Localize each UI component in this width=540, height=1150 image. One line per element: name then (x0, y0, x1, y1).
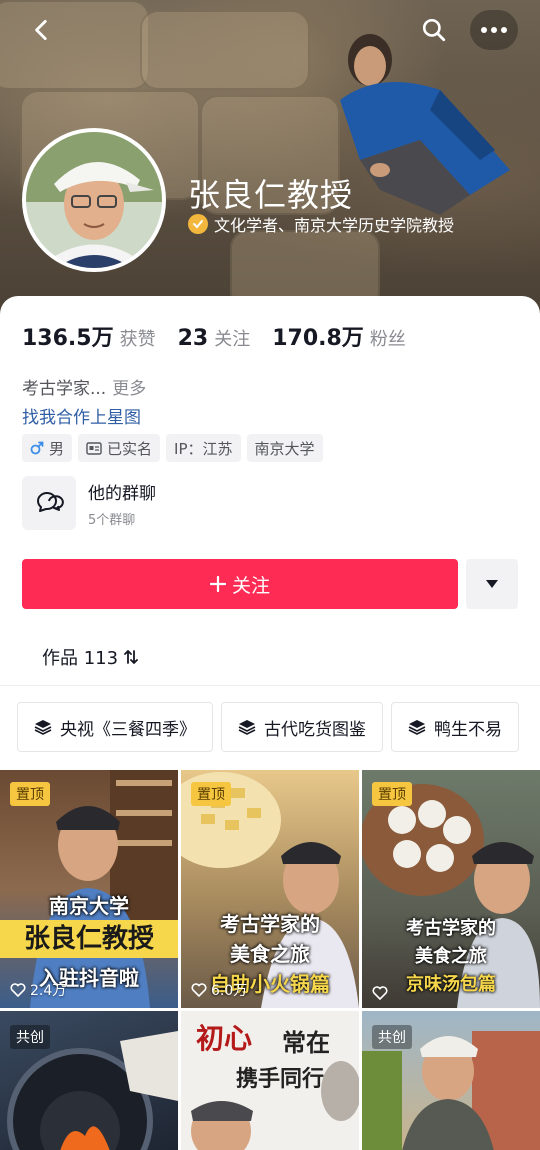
stat-value: 170.8万 (272, 326, 364, 351)
id-card-icon (86, 441, 102, 455)
profile-card: 136.5万 获赞 23 关注 170.8万 粉丝 考古学家... 更多 找我合作… (0, 296, 540, 1150)
back-button[interactable] (22, 10, 62, 50)
stat-followers[interactable]: 170.8万 粉丝 (272, 320, 406, 352)
video-thumbnail[interactable]: 置顶 南京大学 张良仁教授 入驻抖音啦 2.4万 (0, 770, 178, 1008)
video-caption-line: 携手同行 (235, 1066, 324, 1092)
collection-label: 央视《三餐四季》 (60, 719, 196, 740)
group-chat-title: 他的群聊 (88, 483, 156, 504)
group-chat-entry[interactable]: 他的群聊 5个群聊 (22, 476, 156, 530)
banner-rock (0, 0, 150, 90)
pinned-badge: 置顶 (10, 782, 50, 806)
video-thumbnail[interactable]: 共创 (362, 1011, 540, 1150)
collection-label: 古代吃货图鉴 (264, 719, 366, 740)
tag-label: 男 (49, 439, 65, 458)
video-thumbnail[interactable]: 置顶 考古学家的 美食之旅 京味汤包篇 (362, 770, 540, 1008)
verification-text: 文化学者、南京大学历史学院教授 (214, 216, 455, 235)
video-caption-line: 南京大学 (49, 894, 129, 918)
collection-chip[interactable]: 央视《三餐四季》 (17, 702, 213, 752)
video-thumbnail[interactable]: 初心 常在 携手同行 (181, 1011, 359, 1150)
video-caption-line: 考古学家的 (220, 912, 320, 936)
video-thumbnail[interactable]: 共创 (0, 1011, 178, 1150)
tag-verified-name: 已实名 (78, 434, 161, 462)
collection-chip[interactable]: 鸭生不易 (391, 702, 519, 752)
profile-name: 张良仁教授 (188, 176, 354, 214)
tag-label: IP：江苏 (174, 439, 233, 458)
follow-button-label: 关注 (231, 574, 270, 597)
search-icon (422, 18, 446, 42)
cocreation-badge: 共创 (372, 1025, 412, 1049)
verification-row: 文化学者、南京大学历史学院教授 (188, 212, 454, 236)
layers-icon (238, 720, 256, 735)
collection-label: 鸭生不易 (434, 719, 502, 740)
video-likes: 6.0万 (191, 980, 247, 1000)
group-chat-text: 他的群聊 5个群聊 (88, 479, 156, 528)
more-button[interactable] (470, 10, 518, 50)
search-button[interactable] (414, 10, 454, 50)
chevron-left-icon (35, 19, 47, 41)
profile-tags: 男 已实名 IP：江苏 南京大学 (22, 434, 323, 462)
plus-icon (209, 576, 226, 592)
avatar-image (26, 132, 162, 268)
video-caption-line: 美食之旅 (230, 942, 310, 966)
pinned-badge: 置顶 (372, 782, 412, 806)
group-chat-count: 5个群聊 (88, 512, 136, 528)
video-likes (372, 986, 392, 1000)
stats-row: 136.5万 获赞 23 关注 170.8万 粉丝 (22, 320, 428, 352)
stat-label: 获赞 (119, 329, 156, 350)
content-tabs: 作品 113 (0, 632, 540, 686)
tag-label: 已实名 (107, 439, 153, 458)
tab-works-label: 作品 113 (42, 648, 119, 669)
tab-works[interactable]: 作品 113 (42, 644, 138, 670)
more-dots-icon (481, 27, 507, 33)
bio-more-link[interactable]: 更多 (112, 379, 146, 399)
avatar[interactable] (22, 128, 166, 272)
tag-ip: IP：江苏 (166, 434, 241, 462)
stat-label: 粉丝 (369, 329, 406, 350)
video-likes: 2.4万 (10, 980, 66, 1000)
video-thumbnail[interactable]: 置顶 考古学家的 美食之旅 自助小火锅篇 6.0万 (181, 770, 359, 1008)
heart-icon (191, 983, 207, 997)
stat-value: 23 (177, 326, 209, 351)
collections-row: 央视《三餐四季》 古代吃货图鉴 鸭生不易 (17, 702, 519, 752)
video-caption-line: 常在 (282, 1028, 330, 1057)
sort-icon[interactable] (124, 649, 138, 665)
stat-likes: 136.5万 获赞 (22, 320, 156, 352)
tag-gender: 男 (22, 434, 73, 462)
video-caption-line: 张良仁教授 (0, 920, 178, 958)
bio-link[interactable]: 找我合作上星图 (22, 403, 141, 428)
recommend-dropdown-button[interactable] (466, 559, 518, 609)
layers-icon (408, 720, 426, 735)
tag-school[interactable]: 南京大学 (246, 434, 323, 462)
group-chat-icon (22, 476, 76, 530)
heart-icon (372, 986, 388, 1000)
stat-label: 关注 (214, 329, 251, 350)
male-icon (30, 441, 44, 455)
triangle-down-icon (486, 580, 498, 588)
heart-icon (10, 983, 26, 997)
verified-badge-icon (188, 214, 208, 234)
stat-following[interactable]: 23 关注 (178, 325, 251, 351)
video-like-count: 6.0万 (211, 983, 248, 999)
banner-rock (140, 10, 310, 90)
collection-chip[interactable]: 古代吃货图鉴 (221, 702, 383, 752)
tag-label: 南京大学 (254, 439, 315, 458)
bio-text: 考古学家... (22, 379, 107, 399)
video-caption-line: 美食之旅 (415, 946, 487, 967)
layers-icon (34, 720, 52, 735)
follow-button[interactable]: 关注 (22, 559, 458, 609)
stat-value: 136.5万 (22, 326, 114, 351)
video-caption-line: 考古学家的 (406, 918, 496, 939)
bio: 考古学家... 更多 (22, 374, 146, 399)
cocreation-badge: 共创 (10, 1025, 50, 1049)
pinned-badge: 置顶 (191, 782, 231, 806)
video-like-count: 2.4万 (30, 983, 67, 999)
